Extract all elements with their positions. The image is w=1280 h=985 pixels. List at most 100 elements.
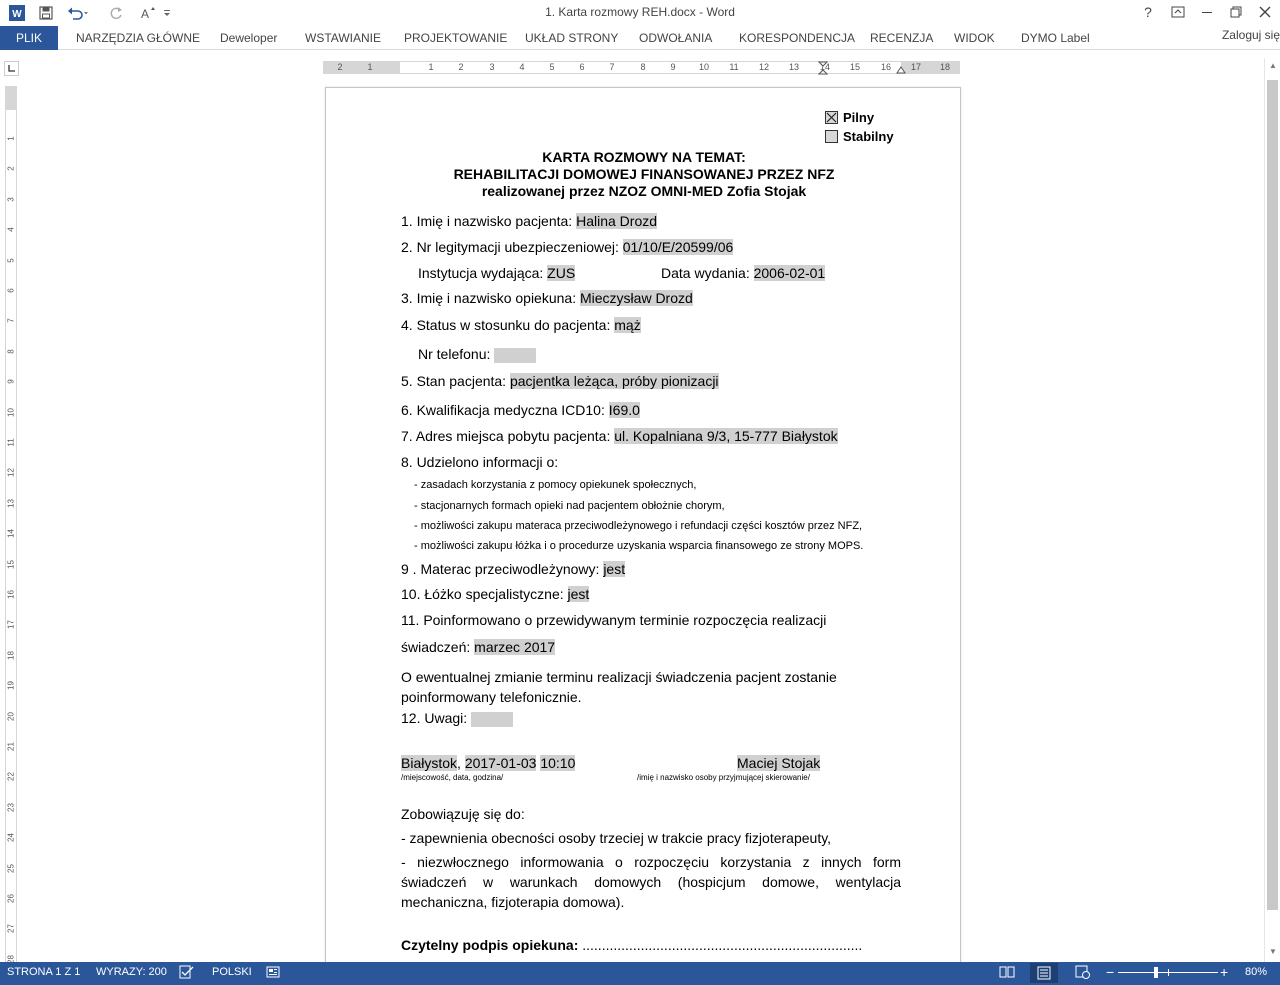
restore-button[interactable]	[1223, 2, 1249, 22]
ruler-number: 2	[6, 166, 16, 172]
tab-dymo-label[interactable]: DYMO Label	[1021, 31, 1090, 45]
macro-record-icon[interactable]	[266, 965, 280, 982]
field-caregiver-name: 3. Imię i nazwisko opiekuna: Mieczysław …	[401, 290, 693, 306]
print-layout-icon[interactable]	[1030, 963, 1058, 983]
checkbox-stable-label: Stabilny	[843, 129, 894, 144]
tab-references[interactable]: ODWOŁANIA	[639, 31, 712, 45]
ruler-number: 19	[6, 681, 16, 691]
vertical-scrollbar[interactable]: ▲ ▼	[1264, 58, 1280, 962]
zoom-slider[interactable]	[1118, 967, 1218, 978]
zoom-level[interactable]: 80%	[1245, 966, 1267, 978]
ruler-number: 21	[6, 742, 16, 751]
field-empty[interactable]	[494, 347, 537, 363]
ruler-number: 12	[6, 468, 16, 478]
tab-layout[interactable]: UKŁAD STRONY	[525, 31, 618, 45]
vertical-ruler[interactable]: 1 2 3 4 5 6 7 8 9 10 11 12 13 14 15 16 17 18 19 20 21 22 23 24 2…	[5, 86, 17, 964]
checkbox-urgent[interactable]: Pilny	[825, 110, 874, 125]
ruler-number: 16	[6, 590, 16, 599]
field-patient-name: 1. Imię i nazwisko pacjenta: Halina Droz…	[401, 213, 658, 229]
tab-selector-button[interactable]	[4, 61, 19, 76]
tab-review[interactable]: RECENZJA	[870, 31, 933, 45]
receiving-person: Maciej Stojak	[737, 755, 821, 771]
ruler-number: 15	[6, 559, 16, 569]
ribbon-display-options-button[interactable]	[1165, 2, 1191, 22]
field-value[interactable]: I69.0	[608, 402, 640, 418]
ruler-number: 17	[6, 620, 16, 630]
scroll-thumb[interactable]	[1267, 80, 1278, 910]
tab-developer[interactable]: Deweloper	[220, 31, 277, 45]
place-value[interactable]: Białystok	[401, 755, 458, 771]
scroll-up-icon[interactable]: ▲	[1265, 58, 1280, 72]
field-value[interactable]: marzec 2017	[474, 639, 556, 655]
ruler-number: 15	[849, 62, 860, 72]
info-list-item: - stacjonarnych formach opieki nad pacje…	[414, 500, 725, 512]
ribbon-tabs: PLIK NARZĘDZIA GŁÓWNE Deweloper WSTAWIAN…	[0, 26, 1280, 50]
place-separator: ,	[457, 755, 465, 771]
ruler-top-margin	[6, 86, 16, 110]
checkbox-stable[interactable]: Stabilny	[825, 129, 894, 144]
ruler-number: 5	[6, 257, 16, 263]
help-button[interactable]: ?	[1135, 2, 1161, 22]
read-mode-icon[interactable]	[999, 965, 1015, 982]
language[interactable]: POLSKI	[212, 966, 252, 978]
ruler-number: 12	[758, 62, 769, 72]
indent-marker-icon[interactable]	[818, 61, 828, 75]
person-value[interactable]: Maciej Stojak	[737, 755, 821, 771]
field-value[interactable]: Mieczysław Drozd	[579, 290, 693, 306]
field-label: 9 . Materac przeciwodleżynowy:	[401, 561, 604, 577]
page-count[interactable]: STRONA 1 Z 1	[7, 966, 80, 978]
field-value[interactable]: mąż	[614, 317, 641, 333]
minimize-button[interactable]	[1194, 2, 1220, 22]
checkbox-checked-icon[interactable]	[825, 111, 838, 124]
info-list-item: - możliwości zakupu łóżka i o procedurze…	[414, 540, 864, 552]
field-value[interactable]: ul. Kopalniana 9/3, 15-777 Białystok	[614, 428, 838, 444]
right-indent-marker-icon[interactable]	[896, 64, 906, 74]
field-issue-date: Data wydania: 2006-02-01	[661, 265, 826, 281]
tab-insert[interactable]: WSTAWIANIE	[305, 31, 381, 45]
ruler-number: 4	[6, 227, 16, 232]
field-value[interactable]: ZUS	[547, 265, 576, 281]
tab-design[interactable]: PROJEKTOWANIE	[404, 31, 507, 45]
ruler-number: 7	[609, 62, 615, 72]
proofing-icon[interactable]	[179, 965, 195, 982]
ruler-number: 18	[6, 650, 16, 660]
ruler-number: 2	[458, 62, 464, 72]
document-page[interactable]: Pilny Stabilny KARTA ROZMOWY NA TEMAT: R…	[325, 87, 961, 977]
sign-in-link[interactable]: Zaloguj się	[1222, 28, 1280, 42]
field-relation-status: 4. Status w stosunku do pacjenta: mąż	[401, 317, 641, 333]
scroll-down-icon[interactable]: ▼	[1265, 944, 1280, 958]
ruler-number: 9	[670, 62, 676, 72]
horizontal-ruler[interactable]: 2 1 1 2 3 4 5 6 7 8 9 10 11 12 13 14 15 …	[323, 61, 960, 75]
ruler-number: 9	[6, 379, 16, 384]
close-button[interactable]	[1252, 2, 1278, 22]
field-phone: Nr telefonu:	[418, 346, 537, 363]
field-label: 3. Imię i nazwisko opiekuna:	[401, 290, 580, 306]
word-count[interactable]: WYRAZY: 200	[96, 966, 167, 978]
field-label: 2. Nr legitymacji ubezpieczeniowej:	[401, 239, 623, 255]
zoom-slider-thumb[interactable]	[1154, 967, 1158, 978]
document-title-line1: KARTA ROZMOWY NA TEMAT:	[542, 149, 746, 165]
time-value[interactable]: 10:10	[540, 755, 576, 771]
web-layout-icon[interactable]	[1075, 965, 1091, 982]
tab-view[interactable]: WIDOK	[954, 31, 995, 45]
field-value[interactable]: pacjentka leżąca, próby pionizacji	[509, 373, 719, 389]
field-value[interactable]: jest	[603, 561, 626, 577]
ruler-number: 13	[788, 62, 799, 72]
checkbox-unchecked-icon[interactable]	[825, 130, 838, 143]
zoom-out-button[interactable]: −	[1106, 964, 1114, 980]
checkbox-urgent-label: Pilny	[843, 110, 875, 125]
place-caption: /miejscowość, data, godzina/	[401, 773, 504, 782]
ruler-number: 6	[6, 288, 16, 293]
field-value[interactable]: 01/10/E/20599/06	[622, 239, 734, 255]
tab-mailings[interactable]: KORESPONDENCJA	[739, 31, 855, 45]
info-list-item: - zasadach korzystania z pomocy opiekune…	[414, 479, 697, 491]
date-value[interactable]: 2017-01-03	[464, 755, 537, 771]
tab-file[interactable]: PLIK	[0, 26, 58, 50]
zoom-in-button[interactable]: +	[1220, 964, 1228, 980]
field-empty[interactable]	[471, 711, 514, 727]
ruler-number: 23	[6, 802, 16, 812]
tab-home[interactable]: NARZĘDZIA GŁÓWNE	[76, 31, 200, 45]
field-value[interactable]: 2006-02-01	[753, 265, 826, 281]
field-value[interactable]: Halina Drozd	[576, 213, 658, 229]
field-value[interactable]: jest	[567, 586, 590, 602]
